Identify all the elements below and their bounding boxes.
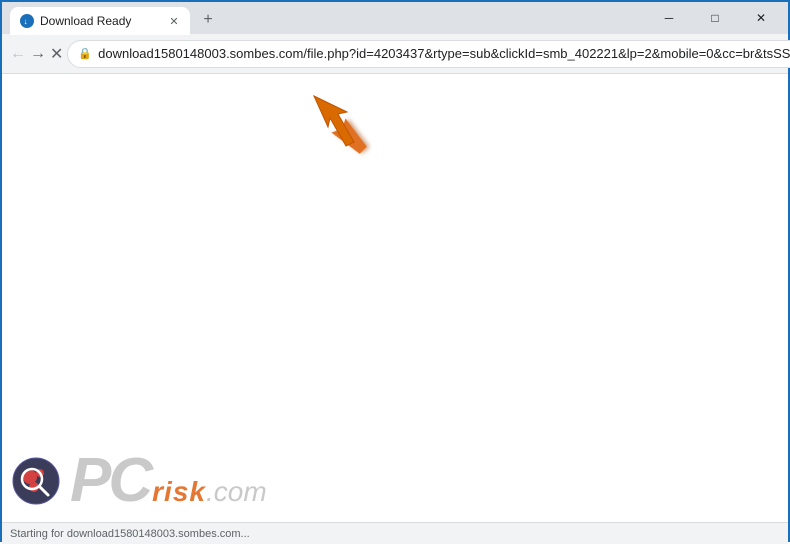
reload-button[interactable]: ✕ bbox=[50, 39, 63, 69]
watermark-text: PC risk.com bbox=[70, 450, 267, 512]
pcrisk-logo bbox=[12, 457, 60, 505]
forward-icon: → bbox=[30, 45, 46, 63]
back-button[interactable]: ← bbox=[10, 39, 26, 69]
address-bar[interactable]: 🔒 download1580148003.sombes.com/file.php… bbox=[67, 40, 790, 68]
tab-title: Download Ready bbox=[40, 14, 160, 28]
window-controls: ─ □ ✕ bbox=[646, 2, 788, 34]
risk-label: risk.com bbox=[152, 478, 267, 506]
tab-strip: ↓ Download Ready ✕ + bbox=[2, 2, 646, 34]
titlebar: ↓ Download Ready ✕ + ─ □ ✕ bbox=[2, 2, 788, 34]
arrow-indicator bbox=[312, 94, 372, 169]
svg-text:↓: ↓ bbox=[24, 17, 28, 26]
url-text: download1580148003.sombes.com/file.php?i… bbox=[98, 46, 790, 61]
statusbar: Starting for download1580148003.sombes.c… bbox=[2, 522, 788, 544]
tab-close-button[interactable]: ✕ bbox=[166, 13, 182, 29]
arrow-svg bbox=[312, 94, 372, 164]
new-tab-button[interactable]: + bbox=[194, 6, 222, 34]
tab-favicon: ↓ bbox=[20, 14, 34, 28]
back-icon: ← bbox=[10, 45, 26, 63]
lock-icon: 🔒 bbox=[78, 47, 92, 60]
reload-icon: ✕ bbox=[50, 44, 63, 64]
forward-button[interactable]: → bbox=[30, 39, 46, 69]
minimize-button[interactable]: ─ bbox=[646, 2, 692, 34]
status-text: Starting for download1580148003.sombes.c… bbox=[10, 528, 250, 540]
maximize-button[interactable]: □ bbox=[692, 2, 738, 34]
toolbar: ← → ✕ 🔒 download1580148003.sombes.com/fi… bbox=[2, 34, 788, 74]
watermark: PC risk.com bbox=[12, 450, 267, 512]
close-button[interactable]: ✕ bbox=[738, 2, 784, 34]
pc-label: PC bbox=[70, 450, 150, 512]
page-content: PC risk.com bbox=[2, 74, 788, 522]
active-tab[interactable]: ↓ Download Ready ✕ bbox=[10, 7, 190, 35]
